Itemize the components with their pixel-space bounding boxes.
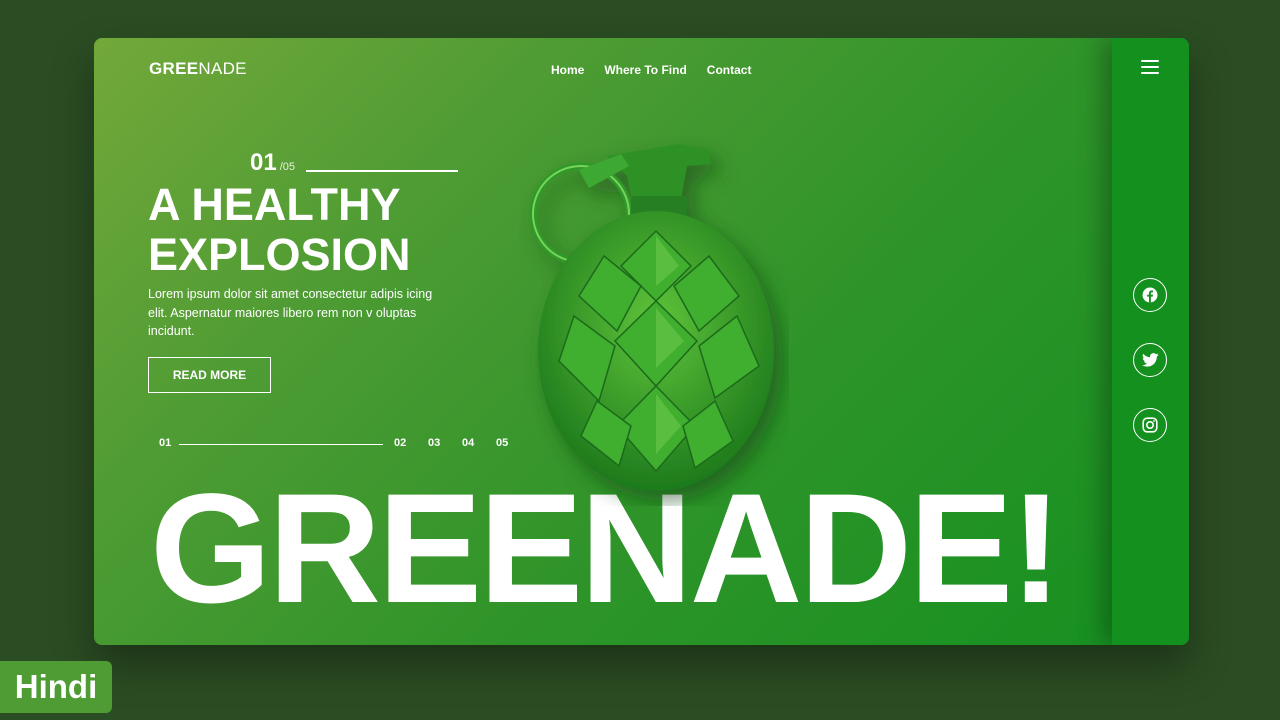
nav-home[interactable]: Home xyxy=(551,63,584,77)
hero-card: GREENADE Home Where To Find Contact 01 /… xyxy=(94,38,1189,645)
slide-counter-line xyxy=(306,170,458,172)
pagination-02[interactable]: 02 xyxy=(394,437,406,449)
instagram-icon[interactable] xyxy=(1133,408,1167,442)
read-more-button[interactable]: READ MORE xyxy=(148,357,271,393)
artichoke-grenade-image xyxy=(529,144,774,491)
hero-description: Lorem ipsum dolor sit amet consectetur a… xyxy=(148,287,433,338)
logo[interactable]: GREENADE xyxy=(149,59,247,79)
hamburger-menu-icon[interactable] xyxy=(1141,60,1159,74)
pagination-03[interactable]: 03 xyxy=(428,437,440,449)
logo-light-part: NADE xyxy=(198,59,247,78)
nav-contact[interactable]: Contact xyxy=(707,63,752,77)
slide-counter-current: 01 xyxy=(250,149,277,176)
language-badge: Hindi xyxy=(0,661,112,713)
slide-counter-total: /05 xyxy=(279,161,295,173)
hero-headline-line1: A HEALTHY xyxy=(148,179,401,230)
nav-where-to-find[interactable]: Where To Find xyxy=(604,63,686,77)
pagination-01[interactable]: 01 xyxy=(159,437,171,449)
logo-bold-part: GREE xyxy=(149,59,199,78)
right-sidebar xyxy=(1112,38,1189,645)
slide-counter: 01 /05 xyxy=(250,149,295,177)
hero-headline-line2: EXPLOSION xyxy=(148,229,411,280)
facebook-icon[interactable] xyxy=(1133,278,1167,312)
main-nav: Home Where To Find Contact xyxy=(551,63,751,77)
pagination-track xyxy=(179,444,383,445)
pagination-04[interactable]: 04 xyxy=(462,437,474,449)
twitter-icon[interactable] xyxy=(1133,343,1167,377)
hero-headline: A HEALTHY EXPLOSION xyxy=(148,180,478,280)
pagination-05[interactable]: 05 xyxy=(496,437,508,449)
